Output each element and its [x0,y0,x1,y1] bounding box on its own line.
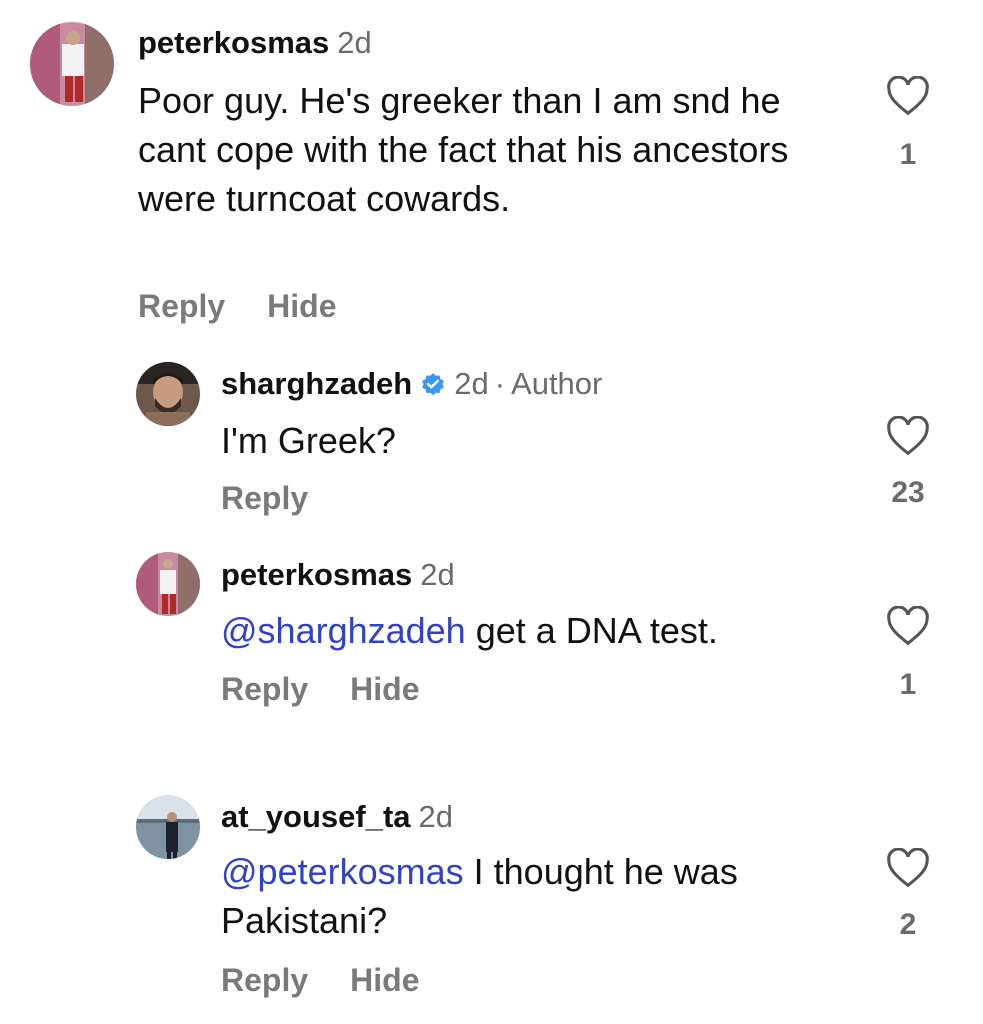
reply-button[interactable]: Reply [138,288,225,324]
author-label: Author [511,366,603,401]
reply-button[interactable]: Reply [221,962,308,998]
hide-button[interactable]: Hide [350,962,419,998]
reply-button[interactable]: Reply [221,671,308,707]
timestamp: 2d [337,25,372,60]
comment-text: I'm Greek? [221,420,396,461]
heart-outline-icon[interactable] [886,848,930,888]
timestamp: 2d [418,799,454,834]
comment-text: @peterkosmas I thought he was Pakistani? [221,847,781,945]
comment-text-content: get a DNA test. [465,610,718,651]
like-count: 23 [891,476,925,509]
avatar[interactable] [136,795,200,859]
hide-button[interactable]: Hide [350,671,419,707]
mention-link[interactable]: @sharghzadeh [221,610,466,651]
username[interactable]: sharghzadeh [221,366,412,401]
like-count: 1 [899,138,917,171]
timestamp: 2d [454,366,489,401]
heart-outline-icon[interactable] [886,76,930,116]
avatar-photo [136,362,200,426]
reply-button[interactable]: Reply [221,480,308,516]
avatar-photo [136,795,200,859]
timestamp: 2d [420,557,455,592]
heart-outline-icon[interactable] [886,416,930,456]
avatar-photo [136,552,200,616]
hide-button[interactable]: Hide [267,288,336,324]
avatar[interactable] [136,552,200,616]
separator: · [494,366,506,401]
username[interactable]: peterkosmas [221,557,412,592]
comment-actions: Reply [221,480,350,517]
comment-header: at_yousef_ta 2d [221,798,453,836]
like-count: 2 [899,908,917,941]
comment-actions: Reply Hide [138,288,378,325]
comment-text: Poor guy. He's greeker than I am snd he … [138,80,789,219]
comment-header: peterkosmas 2d [221,556,455,594]
comment-actions: Reply Hide [221,962,461,999]
like-count: 1 [899,668,917,701]
avatar[interactable] [136,362,200,426]
username[interactable]: at_yousef_ta [221,799,411,834]
heart-outline-icon[interactable] [886,606,930,646]
comment-header: peterkosmas 2d [138,24,372,62]
comment-text: @sharghzadeh get a DNA test. [221,606,861,655]
comment-header: sharghzadeh 2d · Author [221,365,602,403]
username[interactable]: peterkosmas [138,25,329,60]
verified-badge-icon [422,373,445,396]
avatar-photo [30,22,114,106]
avatar[interactable] [30,22,114,106]
comment-actions: Reply Hide [221,671,461,708]
mention-link[interactable]: @peterkosmas [221,851,464,892]
